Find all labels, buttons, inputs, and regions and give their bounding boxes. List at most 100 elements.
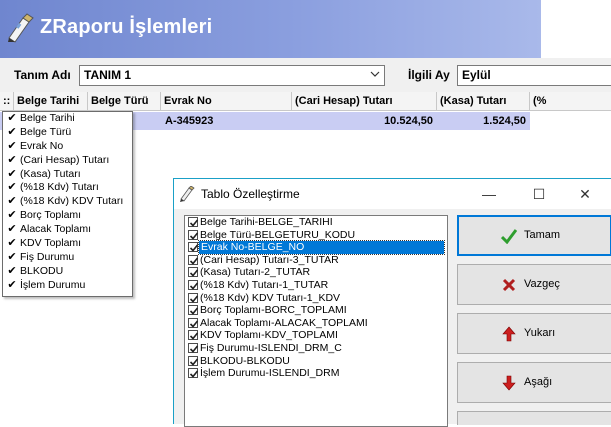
field-list-item[interactable]: (%18 Kdv) Tutarı-1_TUTAR xyxy=(185,279,447,292)
ilgili-ay-select[interactable]: Eylül xyxy=(457,65,611,86)
tablo-ozellestirme-dialog: Tablo Özelleştirme — ☐ ✕ Belge Tarihi-BE… xyxy=(173,178,611,427)
field-list-item-label: Alacak Toplamı-ALACAK_TOPLAMI xyxy=(200,316,368,329)
checkmark-icon xyxy=(189,257,199,265)
column-menu-item[interactable]: ✔ Alacak Toplamı xyxy=(3,223,132,237)
column-menu-item[interactable]: ✔ (%18 Kdv) Tutarı xyxy=(3,181,132,195)
checkmark-icon: ✔ xyxy=(7,250,17,263)
column-menu-item-label: İşlem Durumu xyxy=(20,278,86,291)
dialog-titlebar[interactable]: Tablo Özelleştirme — ☐ ✕ xyxy=(174,179,611,209)
checkmark-icon: ✔ xyxy=(7,278,17,291)
checkmark-icon xyxy=(189,295,199,303)
yukari-button[interactable]: Yukarı xyxy=(457,313,611,354)
field-list-item[interactable]: BLKODU-BLKODU xyxy=(185,355,447,368)
checkmark-icon xyxy=(189,282,199,290)
field-list-item[interactable]: Belge Tarihi-BELGE_TARIHI xyxy=(185,216,447,229)
checkmark-icon: ✔ xyxy=(7,237,17,250)
tanim-adi-select[interactable]: TANIM 1 xyxy=(79,65,385,86)
column-menu-item[interactable]: ✔ Evrak No xyxy=(3,140,132,154)
field-list-item[interactable]: Belge Türü-BELGETURU_KODU xyxy=(185,229,447,242)
column-menu-item[interactable]: ✔ (Kasa) Tutarı xyxy=(3,168,132,182)
app-header: ZRaporu İşlemleri xyxy=(0,0,541,58)
column-menu-item[interactable]: ✔ Belge Türü xyxy=(3,126,132,140)
field-list-item[interactable]: (Kasa) Tutarı-2_TUTAR xyxy=(185,266,447,279)
checkmark-icon xyxy=(189,332,199,341)
column-header-belge-tarihi[interactable]: Belge Tarihi xyxy=(14,92,88,111)
checkmark-icon xyxy=(189,345,199,353)
checkbox[interactable] xyxy=(188,317,199,328)
grid-header-row: :: Belge Tarihi Belge Türü Evrak No (Car… xyxy=(0,92,611,111)
tamam-button[interactable]: Tamam xyxy=(457,215,611,256)
checkmark-icon xyxy=(501,229,517,244)
checkmark-icon xyxy=(189,358,199,366)
column-menu-item-label: (Kasa) Tutarı xyxy=(20,167,81,180)
close-button[interactable]: ✕ xyxy=(573,183,597,205)
column-menu-item[interactable]: ✔ (%18 Kdv) KDV Tutarı xyxy=(3,195,132,209)
column-menu-item[interactable]: ✔ KDV Toplamı xyxy=(3,237,132,251)
field-list-item-label: Evrak No-BELGE_NO xyxy=(198,240,445,255)
column-chooser-handle[interactable]: :: xyxy=(0,92,14,111)
column-header-evrak-no[interactable]: Evrak No xyxy=(161,92,292,111)
tanim-adi-value: TANIM 1 xyxy=(84,68,132,82)
checkmark-icon: ✔ xyxy=(7,139,17,152)
field-list-item-label: Belge Türü-BELGETURU_KODU xyxy=(200,228,356,241)
checkmark-icon xyxy=(189,269,199,278)
checkbox[interactable] xyxy=(188,355,199,366)
field-list-item[interactable]: İşlem Durumu-ISLENDI_DRM xyxy=(185,367,447,380)
checkbox[interactable] xyxy=(188,292,199,303)
field-list-item[interactable]: Fiş Durumu-ISLENDI_DRM_C xyxy=(185,342,447,355)
checkmark-icon: ✔ xyxy=(7,264,17,277)
page-title: ZRaporu İşlemleri xyxy=(40,16,213,38)
checkmark-icon: ✔ xyxy=(7,209,17,222)
field-list-item[interactable]: (Cari Hesap) Tutarı-3_TUTAR xyxy=(185,254,447,267)
vazgec-button[interactable]: Vazgeç xyxy=(457,264,611,305)
checkmark-icon: ✔ xyxy=(7,167,17,180)
field-list-item-label: BLKODU-BLKODU xyxy=(200,354,290,367)
checkbox[interactable] xyxy=(188,305,199,316)
field-list-item[interactable]: KDV Toplamı-KDV_TOPLAMI xyxy=(185,329,447,342)
checkbox[interactable] xyxy=(188,242,199,253)
field-checklist[interactable]: Belge Tarihi-BELGE_TARIHI Belge Türü-BELG… xyxy=(184,215,448,427)
checkbox[interactable] xyxy=(188,267,199,278)
asagi-button[interactable]: Aşağı xyxy=(457,362,611,403)
ilgili-ay-label: İlgili Ay xyxy=(408,68,450,82)
checkbox[interactable] xyxy=(188,342,199,353)
column-menu-item[interactable]: ✔ Fiş Durumu xyxy=(3,251,132,265)
column-header-belge-turu[interactable]: Belge Türü xyxy=(88,92,161,111)
arrow-up-icon xyxy=(502,326,516,342)
field-list-item[interactable]: Alacak Toplamı-ALACAK_TOPLAMI xyxy=(185,317,447,330)
checkmark-icon xyxy=(189,219,199,227)
field-list-item-label: (Kasa) Tutarı-2_TUTAR xyxy=(200,266,311,279)
column-chooser-menu: ✔ Belge Tarihi ✔ Belge Türü ✔ Evrak No ✔ (Cari … xyxy=(2,111,133,297)
field-list-item-label: (Cari Hesap) Tutarı-3_TUTAR xyxy=(200,253,339,266)
checkbox[interactable] xyxy=(188,217,199,227)
column-menu-item-label: (Cari Hesap) Tutarı xyxy=(20,153,110,166)
extra-button-partial[interactable] xyxy=(457,411,611,425)
field-list-item[interactable]: Evrak No-BELGE_NO xyxy=(185,240,447,255)
column-menu-item[interactable]: ✔ BLKODU xyxy=(3,265,132,279)
column-menu-item[interactable]: ✔ (Cari Hesap) Tutarı xyxy=(3,154,132,168)
maximize-button[interactable]: ☐ xyxy=(527,183,551,205)
column-menu-item[interactable]: ✔ Belge Tarihi xyxy=(3,112,132,126)
column-menu-item[interactable]: ✔ Borç Toplamı xyxy=(3,209,132,223)
field-list-item-label: Fiş Durumu-ISLENDI_DRM_C xyxy=(200,341,342,354)
column-menu-item-label: KDV Toplamı xyxy=(20,237,82,250)
checkbox[interactable] xyxy=(188,368,199,379)
column-header-kdv-tutari[interactable]: (% xyxy=(530,92,611,111)
cell-evrak-no: A-345923 xyxy=(165,115,214,127)
arrow-down-icon xyxy=(502,375,516,391)
column-header-cari-hesap-tutari[interactable]: (Cari Hesap) Tutarı xyxy=(292,92,437,111)
minimize-button[interactable]: — xyxy=(477,183,501,205)
checkbox[interactable] xyxy=(188,254,199,265)
cell-cari-hesap-tutari: 10.524,50 xyxy=(384,115,433,127)
column-menu-item[interactable]: ✔ İşlem Durumu xyxy=(3,279,132,293)
column-menu-item-label: Alacak Toplamı xyxy=(20,223,92,236)
checkbox[interactable] xyxy=(188,279,199,290)
checkbox[interactable] xyxy=(188,330,199,341)
checkbox[interactable] xyxy=(188,229,199,240)
column-header-kasa-tutari[interactable]: (Kasa) Tutarı xyxy=(437,92,530,111)
field-list-item[interactable]: (%18 Kdv) KDV Tutarı-1_KDV xyxy=(185,292,447,305)
field-list-item[interactable]: Borç Toplamı-BORC_TOPLAMI xyxy=(185,304,447,317)
column-menu-item-label: Borç Toplamı xyxy=(20,209,82,222)
asagi-label: Aşağı xyxy=(524,376,553,388)
column-menu-item-label: Fiş Durumu xyxy=(20,250,75,263)
